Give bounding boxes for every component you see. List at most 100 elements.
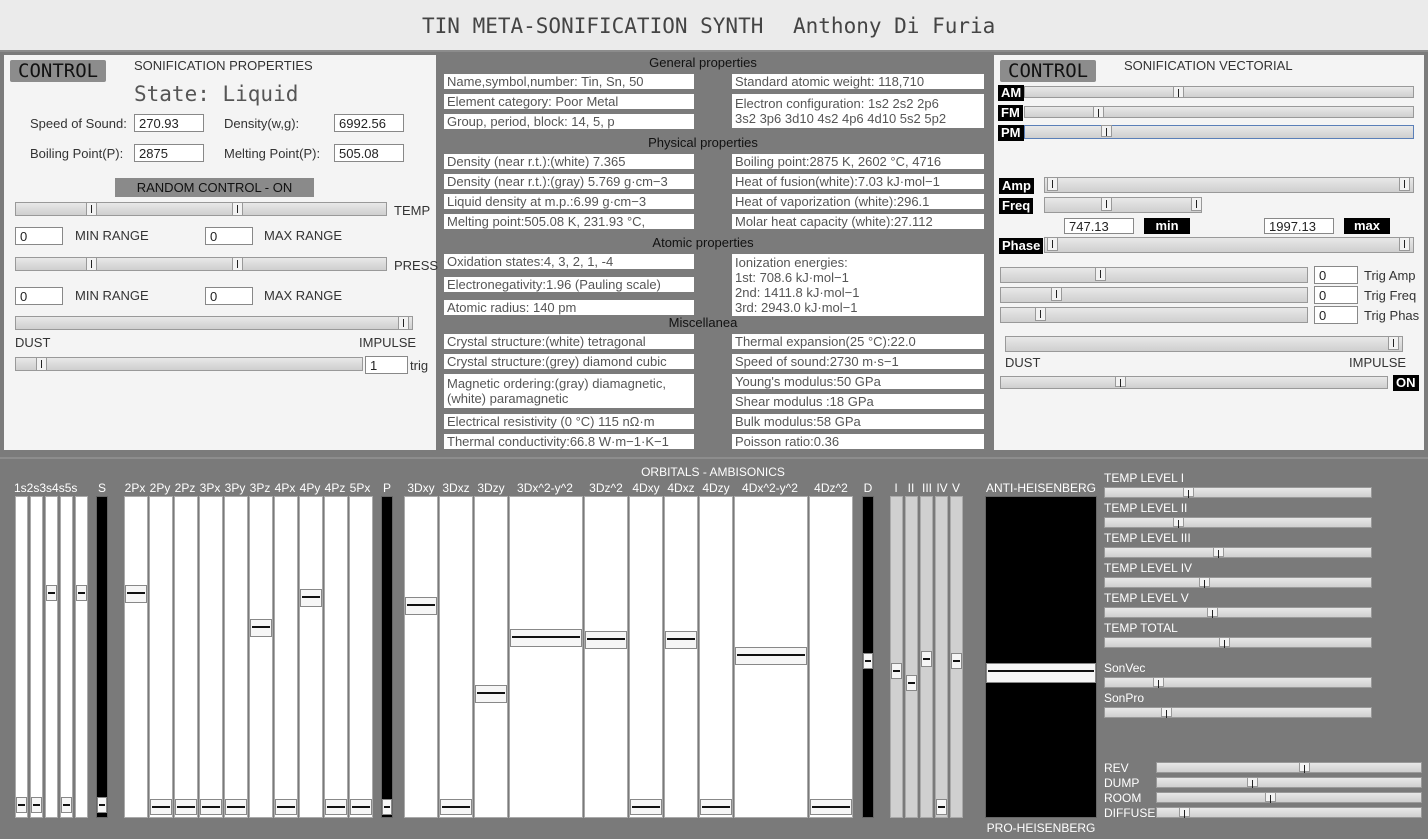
- orbital-slider-5px[interactable]: [349, 496, 373, 818]
- sonpro-slider[interactable]: [1104, 707, 1372, 718]
- orbital-handle-4dx2y2[interactable]: [735, 647, 807, 665]
- phase-min-handle[interactable]: [1047, 237, 1058, 251]
- orbital-handle-5s[interactable]: [76, 585, 87, 601]
- ambisonic-handle-ii[interactable]: [906, 675, 917, 691]
- orbital-handle-4py[interactable]: [300, 589, 322, 607]
- ambisonic-handle-v[interactable]: [951, 653, 962, 669]
- trig-phas-field[interactable]: 0: [1314, 306, 1358, 324]
- orbital-slider-3dz2[interactable]: [584, 496, 628, 818]
- temp-level-iv-handle[interactable]: [1199, 577, 1210, 588]
- orbital-slider-3px[interactable]: [199, 496, 223, 818]
- orbital-handle-2s[interactable]: [31, 797, 42, 813]
- orbital-slider-1s[interactable]: [15, 496, 28, 818]
- sonvec-slider[interactable]: [1104, 677, 1372, 688]
- orbital-slider-5s[interactable]: [75, 496, 88, 818]
- sonpro-handle[interactable]: [1161, 707, 1172, 718]
- diffuse-slider[interactable]: [1156, 807, 1422, 818]
- ambisonic-handle-iv[interactable]: [936, 799, 947, 815]
- freq-range-slider[interactable]: [1044, 197, 1202, 213]
- orbital-slider-3dxz[interactable]: [439, 496, 473, 818]
- freq-max-handle[interactable]: [1191, 197, 1202, 211]
- right-trig-slider[interactable]: [1000, 376, 1388, 389]
- orbital-slider-3s[interactable]: [45, 496, 58, 818]
- orbital-slider-3dxy[interactable]: [404, 496, 438, 818]
- trig-amp-field[interactable]: 0: [1314, 266, 1358, 284]
- temp-range-slider[interactable]: [15, 202, 387, 216]
- temp-level-iii-handle[interactable]: [1213, 547, 1224, 558]
- temp-min-field[interactable]: 0: [15, 227, 63, 245]
- press-range-min-handle[interactable]: [86, 257, 97, 271]
- orbital-slider-2pz[interactable]: [174, 496, 198, 818]
- diffuse-handle[interactable]: [1179, 807, 1190, 818]
- orbital-handle-4dxz[interactable]: [665, 631, 697, 649]
- orbital-slider-4dxy[interactable]: [629, 496, 663, 818]
- amp-max-handle[interactable]: [1399, 177, 1410, 191]
- temp-level-ii-handle[interactable]: [1173, 517, 1184, 528]
- ambisonic-handle-iii[interactable]: [921, 651, 932, 667]
- freq-min-field[interactable]: 747.13: [1064, 218, 1134, 234]
- temp-range-max-handle[interactable]: [232, 202, 243, 216]
- orbital-handle-3dxz[interactable]: [440, 799, 472, 815]
- rev-slider[interactable]: [1156, 762, 1422, 773]
- d-total-handle[interactable]: [863, 653, 873, 669]
- ambisonic-slider-i[interactable]: [890, 496, 903, 818]
- trig-freq-slider[interactable]: [1000, 287, 1308, 303]
- am-handle[interactable]: [1173, 86, 1184, 98]
- trig-slider[interactable]: [15, 357, 363, 371]
- trig-phas-handle[interactable]: [1035, 307, 1046, 321]
- fm-slider[interactable]: [1024, 106, 1414, 118]
- dust-impulse-slider[interactable]: [15, 316, 413, 330]
- orbital-handle-3dzy[interactable]: [475, 685, 507, 703]
- orbital-handle-4px[interactable]: [275, 799, 297, 815]
- phase-range-slider[interactable]: [1044, 237, 1414, 253]
- fm-handle[interactable]: [1093, 106, 1104, 118]
- orbital-slider-4dzy[interactable]: [699, 496, 733, 818]
- orbital-handle-3dz2[interactable]: [585, 631, 627, 649]
- orbital-handle-3dxy[interactable]: [405, 597, 437, 615]
- density-field[interactable]: 6992.56: [334, 114, 404, 132]
- press-max-field[interactable]: 0: [205, 287, 253, 305]
- orbital-slider-4dxz[interactable]: [664, 496, 698, 818]
- orbital-handle-2pz[interactable]: [175, 799, 197, 815]
- d-total-meter[interactable]: [862, 496, 874, 818]
- temp-total-handle[interactable]: [1219, 637, 1230, 648]
- heisenberg-handle[interactable]: [986, 663, 1096, 683]
- pm-handle[interactable]: [1101, 125, 1112, 137]
- ambisonic-slider-iv[interactable]: [935, 496, 948, 818]
- dump-handle[interactable]: [1247, 777, 1258, 788]
- orbital-slider-3dx2y2[interactable]: [509, 496, 583, 818]
- orbital-handle-3py[interactable]: [225, 799, 247, 815]
- melting-point-field[interactable]: 505.08: [334, 144, 404, 162]
- dump-slider[interactable]: [1156, 777, 1422, 788]
- am-slider[interactable]: [1024, 86, 1414, 98]
- orbital-slider-4py[interactable]: [299, 496, 323, 818]
- orbital-handle-4s[interactable]: [61, 797, 72, 813]
- press-min-field[interactable]: 0: [15, 287, 63, 305]
- orbital-slider-4pz[interactable]: [324, 496, 348, 818]
- right-control-button[interactable]: CONTROL: [1000, 60, 1097, 82]
- right-dust-impulse-slider[interactable]: [1005, 336, 1403, 352]
- orbital-slider-4dz2[interactable]: [809, 496, 853, 818]
- temp-level-iii-slider[interactable]: [1104, 547, 1372, 558]
- orbital-handle-3px[interactable]: [200, 799, 222, 815]
- dust-impulse-handle[interactable]: [398, 316, 409, 330]
- temp-level-iv-slider[interactable]: [1104, 577, 1372, 588]
- amp-min-handle[interactable]: [1047, 177, 1058, 191]
- p-total-meter[interactable]: [381, 496, 393, 818]
- orbital-handle-4dzy[interactable]: [700, 799, 732, 815]
- amp-range-slider[interactable]: [1044, 177, 1414, 193]
- orbital-handle-4dz2[interactable]: [810, 799, 852, 815]
- orbital-handle-2px[interactable]: [125, 585, 147, 603]
- temp-total-slider[interactable]: [1104, 637, 1372, 648]
- orbital-handle-5px[interactable]: [350, 799, 372, 815]
- orbital-slider-2s[interactable]: [30, 496, 43, 818]
- boiling-point-field[interactable]: 2875: [134, 144, 204, 162]
- trig-freq-handle[interactable]: [1051, 287, 1062, 301]
- orbital-slider-3pz[interactable]: [249, 496, 273, 818]
- p-total-handle[interactable]: [382, 799, 392, 815]
- freq-min-handle[interactable]: [1101, 197, 1112, 211]
- right-trig-handle[interactable]: [1115, 376, 1126, 387]
- temp-level-v-slider[interactable]: [1104, 607, 1372, 618]
- random-control-button[interactable]: RANDOM CONTROL - ON: [115, 178, 314, 197]
- orbital-handle-3s[interactable]: [46, 585, 57, 601]
